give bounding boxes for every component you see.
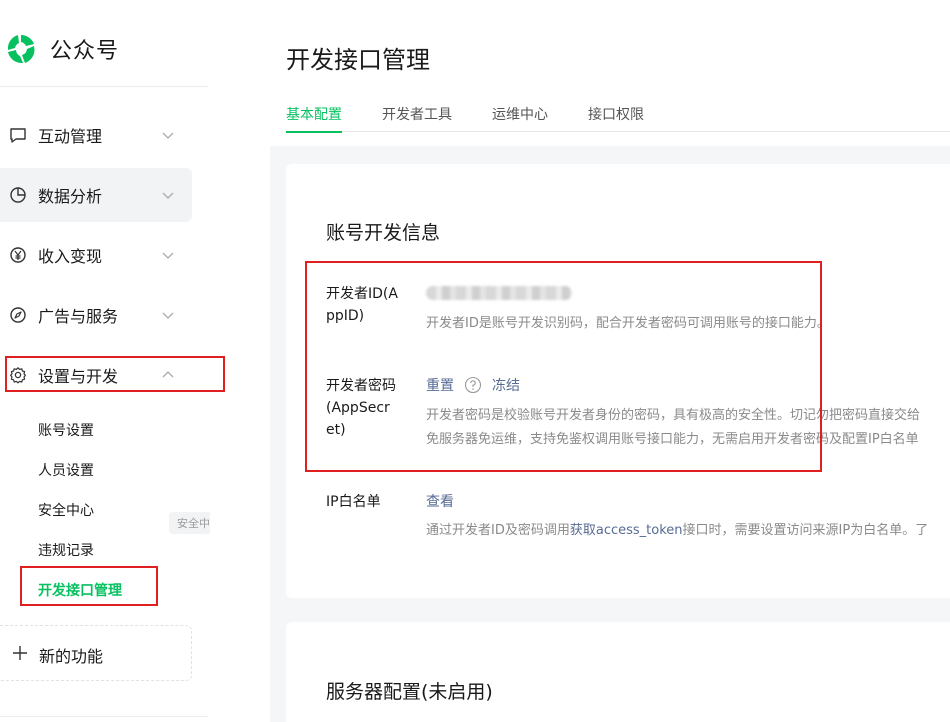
sidebar-item-interaction[interactable]: 互动管理	[0, 108, 192, 162]
compass-icon	[10, 307, 26, 323]
chevron-down-icon	[162, 132, 174, 139]
gear-icon	[10, 367, 26, 384]
page-title: 开发接口管理	[286, 46, 430, 74]
sidebar-item-label: 收入变现	[38, 247, 103, 266]
sidebar: 公众号 互动管理 数据分析 收入变现 广告与服务 设置与开发 账号设置 人员设置…	[0, 0, 229, 722]
help-icon[interactable]	[464, 376, 482, 394]
sidebar-subitem-staff-settings[interactable]: 人员设置	[38, 460, 94, 480]
sidebar-subitem-dev-interface[interactable]: 开发接口管理	[38, 580, 122, 600]
appid-label: 开发者ID(AppID)	[326, 286, 398, 324]
app-name: 公众号	[50, 39, 120, 64]
sidebar-item-label: 设置与开发	[38, 367, 119, 386]
view-ip-whitelist-link[interactable]: 查看	[426, 494, 454, 510]
plus-icon	[13, 646, 27, 660]
appid-value-redacted	[426, 286, 572, 300]
ip-whitelist-actions: 查看	[426, 490, 454, 514]
sidebar-divider	[0, 86, 208, 87]
ip-desc-suffix: 接口时，需要设置访问来源IP为白名单。了	[682, 523, 929, 538]
get-access-token-link[interactable]: 获取access_token	[570, 523, 683, 538]
tab-developer-tools[interactable]: 开发者工具	[382, 104, 452, 132]
appsecret-actions: 重置 冻结	[426, 374, 520, 398]
sidebar-item-ads-services[interactable]: 广告与服务	[0, 288, 192, 342]
new-feature-label: 新的功能	[39, 647, 104, 666]
tab-basic-config[interactable]: 基本配置	[286, 104, 342, 133]
ip-whitelist-label: IP白名单	[326, 494, 381, 510]
new-feature-button[interactable]: 新的功能	[0, 625, 192, 681]
reset-secret-link[interactable]: 重置	[426, 378, 454, 394]
appsecret-description-1: 开发者密码是校验账号开发者身份的密码，具有极高的安全性。切记勿把密码直接交给	[426, 408, 921, 423]
ip-whitelist-description: 通过开发者ID及密码调用获取access_token接口时，需要设置访问来源IP…	[426, 519, 928, 543]
server-config-title: 服务器配置(未启用)	[326, 681, 493, 703]
freeze-secret-link[interactable]: 冻结	[492, 378, 520, 394]
chevron-down-icon	[162, 312, 174, 319]
ip-desc-prefix: 通过开发者ID及密码调用	[426, 523, 570, 538]
sidebar-item-label: 数据分析	[38, 187, 103, 206]
sidebar-subitem-account-settings[interactable]: 账号设置	[38, 420, 94, 440]
tab-label: 基本配置	[286, 107, 342, 123]
server-config-card	[286, 622, 950, 722]
sidebar-item-settings-dev[interactable]: 设置与开发	[0, 348, 192, 402]
sidebar-item-monetization[interactable]: 收入变现	[0, 228, 192, 282]
pie-chart-icon	[10, 187, 26, 203]
app-logo[interactable]: 公众号	[4, 32, 119, 66]
sidebar-item-label: 广告与服务	[38, 307, 119, 326]
sidebar-subitem-violation-records[interactable]: 违规记录	[38, 540, 94, 560]
tab-api-permissions[interactable]: 接口权限	[588, 104, 644, 132]
yen-icon	[10, 247, 26, 263]
tab-ops-center[interactable]: 运维中心	[492, 104, 548, 132]
chevron-down-icon	[162, 192, 174, 199]
chevron-down-icon	[162, 252, 174, 259]
appsecret-label: 开发者密码(AppSecret)	[326, 378, 396, 438]
chat-icon	[10, 128, 26, 143]
wechat-official-logo-icon	[7, 35, 35, 64]
section-title: 账号开发信息	[326, 222, 441, 244]
tab-bar: 基本配置 开发者工具 运维中心 接口权限	[286, 104, 950, 133]
appid-description: 开发者ID是账号开发识别码，配合开发者密码可调用账号的接口能力。	[426, 316, 830, 331]
tab-active-indicator	[286, 131, 342, 133]
sidebar-divider	[0, 716, 208, 717]
appsecret-description-2: 免服务器免运维，支持免鉴权调用账号接口能力，无需启用开发者密码及配置IP白名单	[426, 432, 919, 447]
sidebar-item-data-analysis[interactable]: 数据分析	[0, 168, 192, 222]
sidebar-subitem-security-center[interactable]: 安全中心	[38, 500, 94, 520]
sidebar-item-label: 互动管理	[38, 127, 103, 146]
chevron-up-icon	[162, 371, 174, 378]
